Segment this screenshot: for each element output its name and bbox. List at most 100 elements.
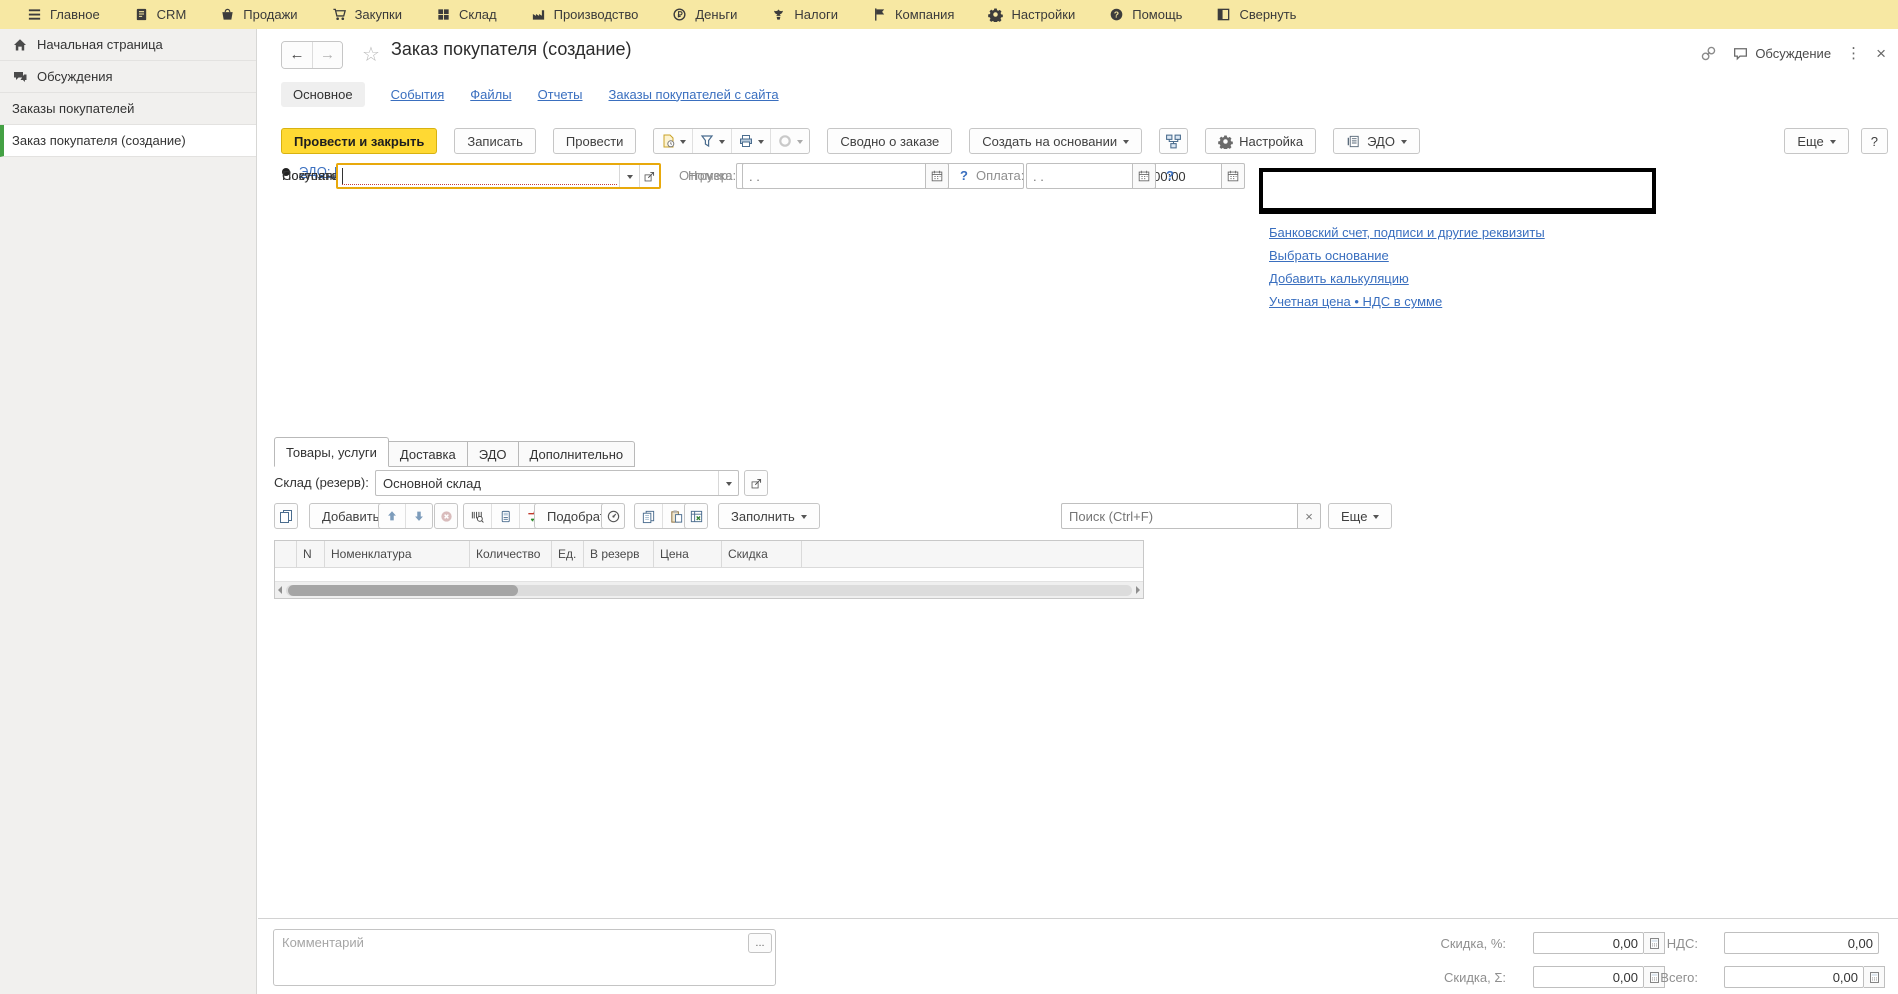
- column-header-Номенклатура[interactable]: Номенклатура: [325, 541, 470, 567]
- view-gauge-button[interactable]: [601, 503, 625, 529]
- tab-events[interactable]: События: [391, 87, 445, 102]
- topbar-item-main[interactable]: Главное: [10, 0, 117, 29]
- clipboard-group: [634, 503, 691, 529]
- customer-field[interactable]: [336, 163, 661, 189]
- items-tab-additional[interactable]: Дополнительно: [519, 441, 636, 467]
- column-header-Ед.[interactable]: Ед.: [552, 541, 584, 567]
- scroll-left-icon[interactable]: [278, 586, 282, 594]
- calendar-icon[interactable]: [1133, 163, 1156, 189]
- topbar-item-taxes[interactable]: Налоги: [754, 0, 855, 29]
- barcode-search-icon[interactable]: [464, 504, 492, 528]
- topbar-item-settings[interactable]: Настройки: [971, 0, 1092, 29]
- topbar-item-sales[interactable]: Продажи: [203, 0, 314, 29]
- excel-export-button[interactable]: [684, 503, 708, 529]
- column-header-Цена[interactable]: Цена: [654, 541, 722, 567]
- post-and-close-button[interactable]: Провести и закрыть: [281, 128, 437, 154]
- settings-button[interactable]: Настройка: [1205, 128, 1316, 154]
- topbar-item-crm[interactable]: CRM: [117, 0, 204, 29]
- total-input[interactable]: [1724, 966, 1864, 988]
- customer-input[interactable]: [342, 166, 617, 185]
- topbar-item-company[interactable]: Компания: [855, 0, 972, 29]
- forward-button[interactable]: →: [312, 42, 342, 68]
- fill-label: Заполнить: [731, 509, 795, 524]
- kebab-menu-icon[interactable]: ⋮: [1846, 44, 1861, 62]
- warehouse-open-button[interactable]: [744, 470, 768, 496]
- shipment-help-icon[interactable]: ?: [960, 168, 968, 183]
- discussion-button[interactable]: Обсуждение: [1732, 45, 1831, 62]
- topbar-item-money[interactable]: Деньги: [655, 0, 754, 29]
- column-header-Скидка[interactable]: Скидка: [722, 541, 802, 567]
- scanner-device-icon[interactable]: [492, 504, 520, 528]
- items-section: Товары, услугиДоставкаЭДОДополнительно С…: [258, 437, 1898, 918]
- delete-row-button[interactable]: [434, 503, 458, 529]
- horizontal-scrollbar[interactable]: [275, 581, 1143, 598]
- print-button[interactable]: [732, 129, 771, 153]
- search-clear-icon[interactable]: ×: [1298, 503, 1321, 529]
- search-input[interactable]: [1061, 503, 1298, 529]
- structure-button[interactable]: [1159, 128, 1188, 154]
- scroll-right-icon[interactable]: [1136, 586, 1140, 594]
- order-summary-button[interactable]: Сводно о заказе: [827, 128, 952, 154]
- sidebar-item-customer-orders[interactable]: Заказы покупателей: [0, 93, 256, 125]
- favorite-star-icon[interactable]: ☆: [362, 42, 380, 67]
- column-header-Количество[interactable]: Количество: [470, 541, 552, 567]
- more-button[interactable]: Еще: [1784, 128, 1848, 154]
- items-tab-edo[interactable]: ЭДО: [468, 441, 519, 467]
- items-tab-delivery[interactable]: Доставка: [389, 441, 468, 467]
- fill-button[interactable]: Заполнить: [718, 503, 820, 529]
- tab-reports[interactable]: Отчеты: [538, 87, 583, 102]
- back-button[interactable]: ←: [282, 42, 312, 68]
- tab-site-orders[interactable]: Заказы покупателей с сайта: [609, 87, 779, 102]
- crm-icon: [134, 7, 149, 22]
- sidebar-item-discussions[interactable]: Обсуждения: [0, 61, 256, 93]
- post-button[interactable]: Провести: [553, 128, 637, 154]
- copy-rows-button[interactable]: [274, 503, 298, 529]
- sidebar-item-customer-order-new[interactable]: Заказ покупателя (создание): [0, 125, 256, 157]
- write-button[interactable]: Записать: [454, 128, 536, 154]
- scrollbar-track[interactable]: [286, 585, 1132, 596]
- payment-date-input[interactable]: [1026, 163, 1133, 189]
- calendar-icon[interactable]: [926, 163, 949, 189]
- right-link-1[interactable]: Банковский счет, подписи и другие реквиз…: [1269, 225, 1545, 240]
- dropdown-caret-icon: [680, 140, 686, 147]
- close-icon[interactable]: ×: [1876, 45, 1886, 62]
- vat-input[interactable]: [1724, 932, 1879, 954]
- help-button[interactable]: ?: [1861, 128, 1888, 154]
- right-link-4[interactable]: Учетная цена • НДС в сумме: [1269, 294, 1442, 309]
- warehouse-combo[interactable]: Основной склад: [375, 470, 739, 496]
- copy-icon[interactable]: [635, 504, 663, 528]
- column-header-В резерв[interactable]: В резерв: [584, 541, 654, 567]
- column-header-marker[interactable]: [275, 541, 297, 567]
- tab-main[interactable]: Основное: [281, 82, 365, 107]
- topbar-item-warehouse[interactable]: Склад: [419, 0, 514, 29]
- shipment-date-input[interactable]: [742, 163, 926, 189]
- filter-button[interactable]: [693, 129, 732, 153]
- link-icon[interactable]: [1700, 45, 1717, 62]
- sidebar-item-home[interactable]: Начальная страница: [0, 29, 256, 61]
- edo-button[interactable]: ЭДО: [1333, 128, 1420, 154]
- items-tab-goods-services[interactable]: Товары, услуги: [274, 437, 389, 467]
- scrollbar-thumb[interactable]: [288, 585, 518, 596]
- topbar-item-production[interactable]: Производство: [514, 0, 656, 29]
- topbar-item-help[interactable]: ?Помощь: [1092, 0, 1199, 29]
- customer-dropdown-button[interactable]: [619, 165, 639, 187]
- right-link-2[interactable]: Выбрать основание: [1269, 248, 1389, 263]
- post-document-button[interactable]: [654, 129, 693, 153]
- right-link-3[interactable]: Добавить калькуляцию: [1269, 271, 1409, 286]
- move-up-button[interactable]: [379, 504, 406, 528]
- comment-input[interactable]: [274, 930, 775, 985]
- calendar-icon[interactable]: [1222, 163, 1245, 189]
- tab-files[interactable]: Файлы: [470, 87, 511, 102]
- warehouse-dropdown-button[interactable]: [718, 471, 738, 495]
- column-header-N[interactable]: N: [297, 541, 325, 567]
- move-down-button[interactable]: [406, 504, 432, 528]
- signature-button[interactable]: [771, 129, 809, 153]
- calculator-icon[interactable]: [1864, 966, 1885, 988]
- table-more-button[interactable]: Еще: [1328, 503, 1392, 529]
- topbar-item-purchases[interactable]: Закупки: [315, 0, 419, 29]
- payment-help-icon[interactable]: ?: [1166, 168, 1174, 183]
- comment-expand-button[interactable]: ...: [748, 933, 772, 953]
- create-based-on-button[interactable]: Создать на основании: [969, 128, 1142, 154]
- topbar-item-collapse[interactable]: Свернуть: [1199, 0, 1313, 29]
- customer-open-button[interactable]: [639, 165, 659, 187]
